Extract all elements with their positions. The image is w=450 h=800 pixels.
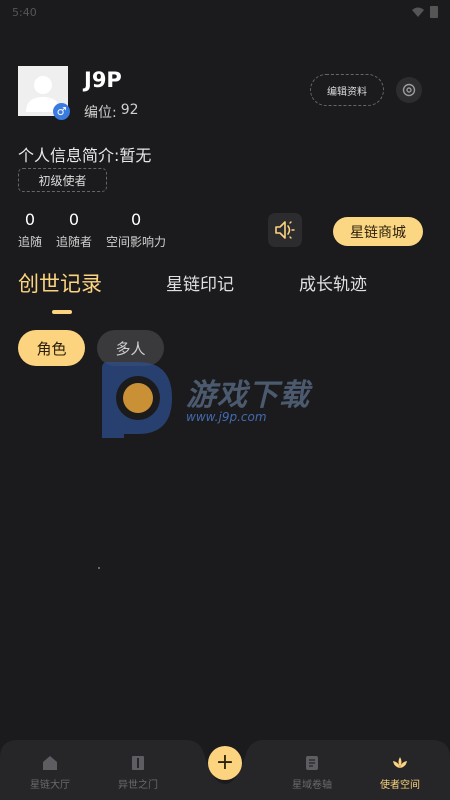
- user-id: 编位: 92: [84, 102, 139, 122]
- watermark: 游戏下载 www.j9p.com: [98, 358, 358, 442]
- nav-label-other-world-gate: 异世之门: [118, 780, 158, 791]
- stat-following-value: 0: [24, 210, 36, 229]
- stat-influence-label: 空间影响力: [106, 235, 167, 249]
- star-shop-button[interactable]: 星链商城: [333, 217, 423, 246]
- plus-icon: +: [215, 750, 235, 775]
- door-icon: [132, 756, 144, 770]
- nav-item-star-hall[interactable]: 星链大厅: [15, 754, 85, 791]
- tab-active-indicator: [52, 310, 72, 314]
- watermark-logo-icon: [102, 362, 172, 438]
- profile-tabs: 创世记录 星链印记 成长轨迹: [0, 270, 450, 316]
- status-icons: [412, 6, 438, 18]
- avatar[interactable]: ♂: [18, 66, 70, 120]
- nav-label-envoy-space: 使者空间: [380, 780, 420, 791]
- profile-bio: 个人信息简介:暂无: [18, 146, 152, 165]
- home-icon: [43, 756, 57, 770]
- settings-icon: [402, 83, 416, 97]
- stray-dot: [98, 567, 100, 569]
- chip-character[interactable]: 角色: [18, 330, 85, 366]
- add-button[interactable]: +: [208, 746, 242, 780]
- stat-influence-value: 0: [130, 210, 142, 229]
- username: J9P: [84, 68, 122, 92]
- speaker-icon: [275, 221, 295, 239]
- lotus-icon: [393, 757, 407, 768]
- stat-following-label: 追随: [18, 235, 43, 249]
- bottom-navigation: 星链大厅 异世之门 + 星域卷轴 使者空间: [0, 740, 450, 800]
- stat-influence[interactable]: 0 空间影响力: [106, 210, 166, 250]
- stat-following[interactable]: 0 追随: [18, 210, 42, 250]
- nav-item-other-world-gate[interactable]: 异世之门: [103, 754, 173, 791]
- nav-label-star-hall: 星链大厅: [30, 780, 70, 791]
- stat-followers-value: 0: [68, 210, 80, 229]
- watermark-url: www.j9p.com: [186, 410, 267, 424]
- battery-icon: [430, 6, 438, 18]
- tab-creation-record[interactable]: 创世记录: [18, 268, 102, 298]
- settings-button[interactable]: [396, 77, 422, 103]
- sound-toggle-button[interactable]: [268, 213, 302, 247]
- edit-profile-button[interactable]: 编辑资料: [310, 74, 384, 106]
- level-badge: 初级使者: [18, 168, 107, 192]
- status-bar: 5:40: [0, 0, 450, 24]
- nav-item-envoy-space[interactable]: 使者空间: [365, 754, 435, 791]
- user-id-value: 92: [120, 102, 139, 118]
- tab-star-mark[interactable]: 星链印记: [166, 270, 234, 295]
- wifi-icon: [412, 7, 424, 17]
- stat-followers[interactable]: 0 追随者: [56, 210, 92, 250]
- scroll-icon: [306, 756, 318, 770]
- user-id-label: 编位:: [84, 105, 117, 121]
- nav-label-star-scroll: 星域卷轴: [292, 780, 332, 791]
- stats-row: 0 追随 0 追随者 0 空间影响力: [18, 210, 180, 250]
- status-time: 5:40: [12, 5, 37, 19]
- nav-item-star-scroll[interactable]: 星域卷轴: [277, 754, 347, 791]
- tab-growth-track[interactable]: 成长轨迹: [299, 270, 367, 295]
- gender-male-icon: ♂: [53, 103, 70, 120]
- watermark-text: 游戏下载: [186, 378, 310, 413]
- profile-header: ♂ J9P 编位: 92 编辑资料: [18, 66, 432, 126]
- stat-followers-label: 追随者: [56, 235, 93, 249]
